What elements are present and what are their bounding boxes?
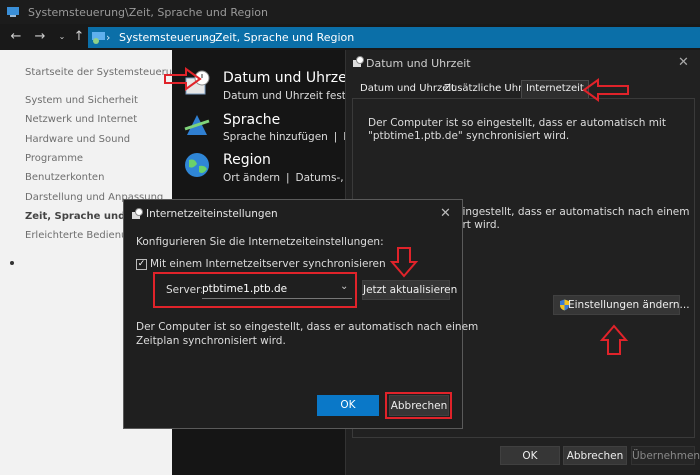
annotation-arrow-down	[389, 247, 419, 278]
annotation-arrow-right	[164, 67, 202, 91]
annotation-arrow-left	[582, 78, 629, 102]
annotation-arrow-up	[599, 324, 629, 355]
annotation-overlay	[164, 67, 629, 355]
